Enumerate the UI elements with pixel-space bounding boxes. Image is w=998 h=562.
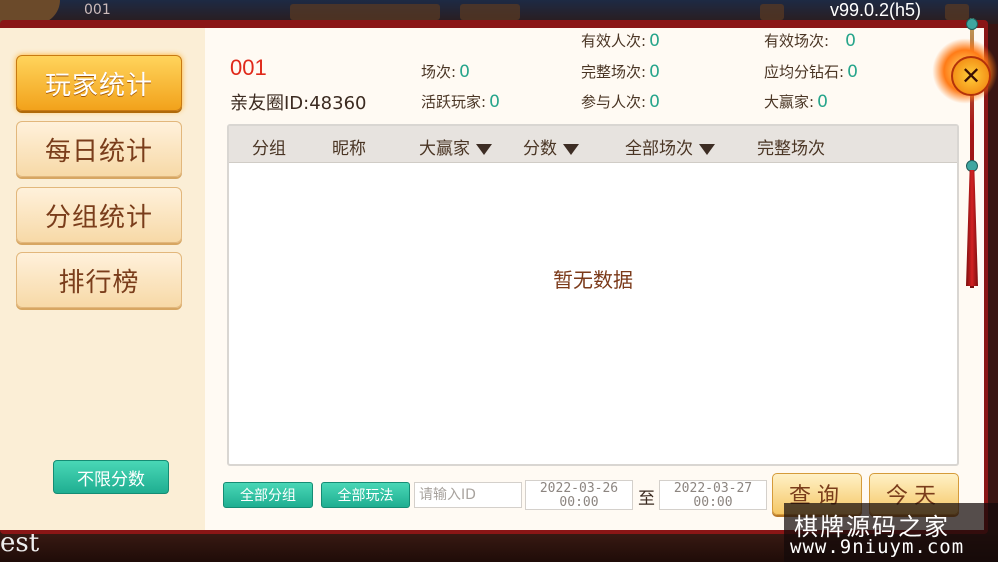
column-header-label: 分数 — [523, 139, 557, 159]
stat-label: 大赢家: — [764, 93, 815, 111]
start-time-text: 00:00 — [559, 495, 599, 510]
start-date-text: 2022-03-26 — [539, 481, 619, 496]
stat-label: 活跃玩家: — [421, 93, 487, 111]
sort-down-icon — [699, 143, 715, 155]
sidebar-item-label: 分组统计 — [44, 202, 153, 233]
column-header-label: 大赢家 — [419, 139, 470, 159]
end-time-text: 00:00 — [693, 495, 733, 510]
background-chip — [945, 4, 969, 20]
column-header-all-rounds[interactable]: 全部场次 — [625, 134, 715, 159]
column-header-label: 分组 — [252, 139, 286, 159]
sort-down-icon — [563, 143, 579, 155]
column-header-label: 完整场次 — [757, 139, 825, 159]
sidebar-item-label: 每日统计 — [44, 136, 153, 167]
stat-participants: 参与人次: 0 — [581, 91, 660, 112]
watermark-url: www.9niuym.com — [790, 536, 965, 558]
column-header-score[interactable]: 分数 — [523, 134, 579, 159]
stat-value: 0 — [489, 92, 500, 112]
sidebar-item-label: 排行榜 — [58, 267, 140, 298]
close-button[interactable]: ✕ — [951, 56, 991, 96]
stat-value: 0 — [817, 92, 828, 112]
stats-table: 分组 昵称 大赢家 分数 全部场次 完整场次 暂无数据 — [227, 124, 959, 466]
background-chip — [290, 4, 440, 20]
stat-active-players: 活跃玩家: 0 — [421, 91, 500, 112]
stat-big-winner: 大赢家: 0 — [764, 91, 828, 112]
mode-filter-button[interactable]: 全部玩法 — [321, 482, 410, 508]
player-id-input[interactable] — [414, 482, 522, 508]
sidebar-item-group-stats[interactable]: 分组统计 — [16, 187, 182, 243]
sort-down-icon — [476, 143, 492, 155]
empty-state-text: 暂无数据 — [553, 268, 633, 292]
stat-label: 应均分钻石: — [764, 63, 845, 81]
rope-knot — [966, 18, 978, 30]
stat-rounds: 场次: 0 — [421, 61, 470, 82]
column-header-label: 全部场次 — [625, 139, 693, 159]
club-id: 亲友圈ID:48360 — [230, 93, 367, 114]
stat-value: 0 — [845, 31, 856, 51]
close-icon: ✕ — [960, 62, 982, 90]
table-header: 分组 昵称 大赢家 分数 全部场次 完整场次 — [229, 126, 957, 163]
stat-label: 有效场次: — [764, 32, 830, 50]
stat-value: 0 — [649, 31, 660, 51]
stat-label: 参与人次: — [581, 93, 647, 111]
date-range-separator: 至 — [638, 489, 655, 509]
stat-label: 场次: — [421, 63, 457, 81]
stat-value: 0 — [459, 62, 470, 82]
stat-valid-people: 有效人次: 0 — [581, 30, 660, 51]
end-date-text: 2022-03-27 — [673, 481, 753, 496]
column-header-big-winner[interactable]: 大赢家 — [419, 134, 492, 159]
stat-value: 0 — [847, 62, 858, 82]
stat-value: 0 — [649, 92, 660, 112]
stat-label: 有效人次: — [581, 32, 647, 50]
score-filter-button[interactable]: 不限分数 — [53, 460, 169, 494]
column-header-group: 分组 — [252, 134, 286, 159]
column-header-nickname: 昵称 — [332, 134, 366, 159]
stat-label: 完整场次: — [581, 63, 647, 81]
sidebar-item-daily-stats[interactable]: 每日统计 — [16, 121, 182, 177]
version-label: v99.0.2(h5) — [830, 0, 922, 20]
stat-value: 0 — [649, 62, 660, 82]
background-chip — [460, 4, 520, 20]
stat-valid-rounds: 有效场次: 0 — [764, 30, 856, 51]
end-date-picker[interactable]: 2022-03-27 00:00 — [659, 480, 767, 510]
background-room-number: 001 — [84, 2, 111, 18]
column-header-complete-rounds: 完整场次 — [757, 134, 825, 159]
sidebar-item-label: 玩家统计 — [44, 70, 153, 101]
background-chip — [760, 4, 784, 20]
column-header-label: 昵称 — [332, 139, 366, 159]
club-number: 001 — [230, 55, 267, 80]
sidebar-item-player-stats[interactable]: 玩家统计 — [16, 55, 182, 111]
start-date-picker[interactable]: 2022-03-26 00:00 — [525, 480, 633, 510]
group-filter-button[interactable]: 全部分组 — [223, 482, 313, 508]
stat-diamonds: 应均分钻石: 0 — [764, 61, 858, 82]
sidebar-item-leaderboard[interactable]: 排行榜 — [16, 252, 182, 308]
stat-complete-rounds: 完整场次: 0 — [581, 61, 660, 82]
watermark: 棋牌源码之家 www.9niuym.com — [784, 503, 998, 562]
